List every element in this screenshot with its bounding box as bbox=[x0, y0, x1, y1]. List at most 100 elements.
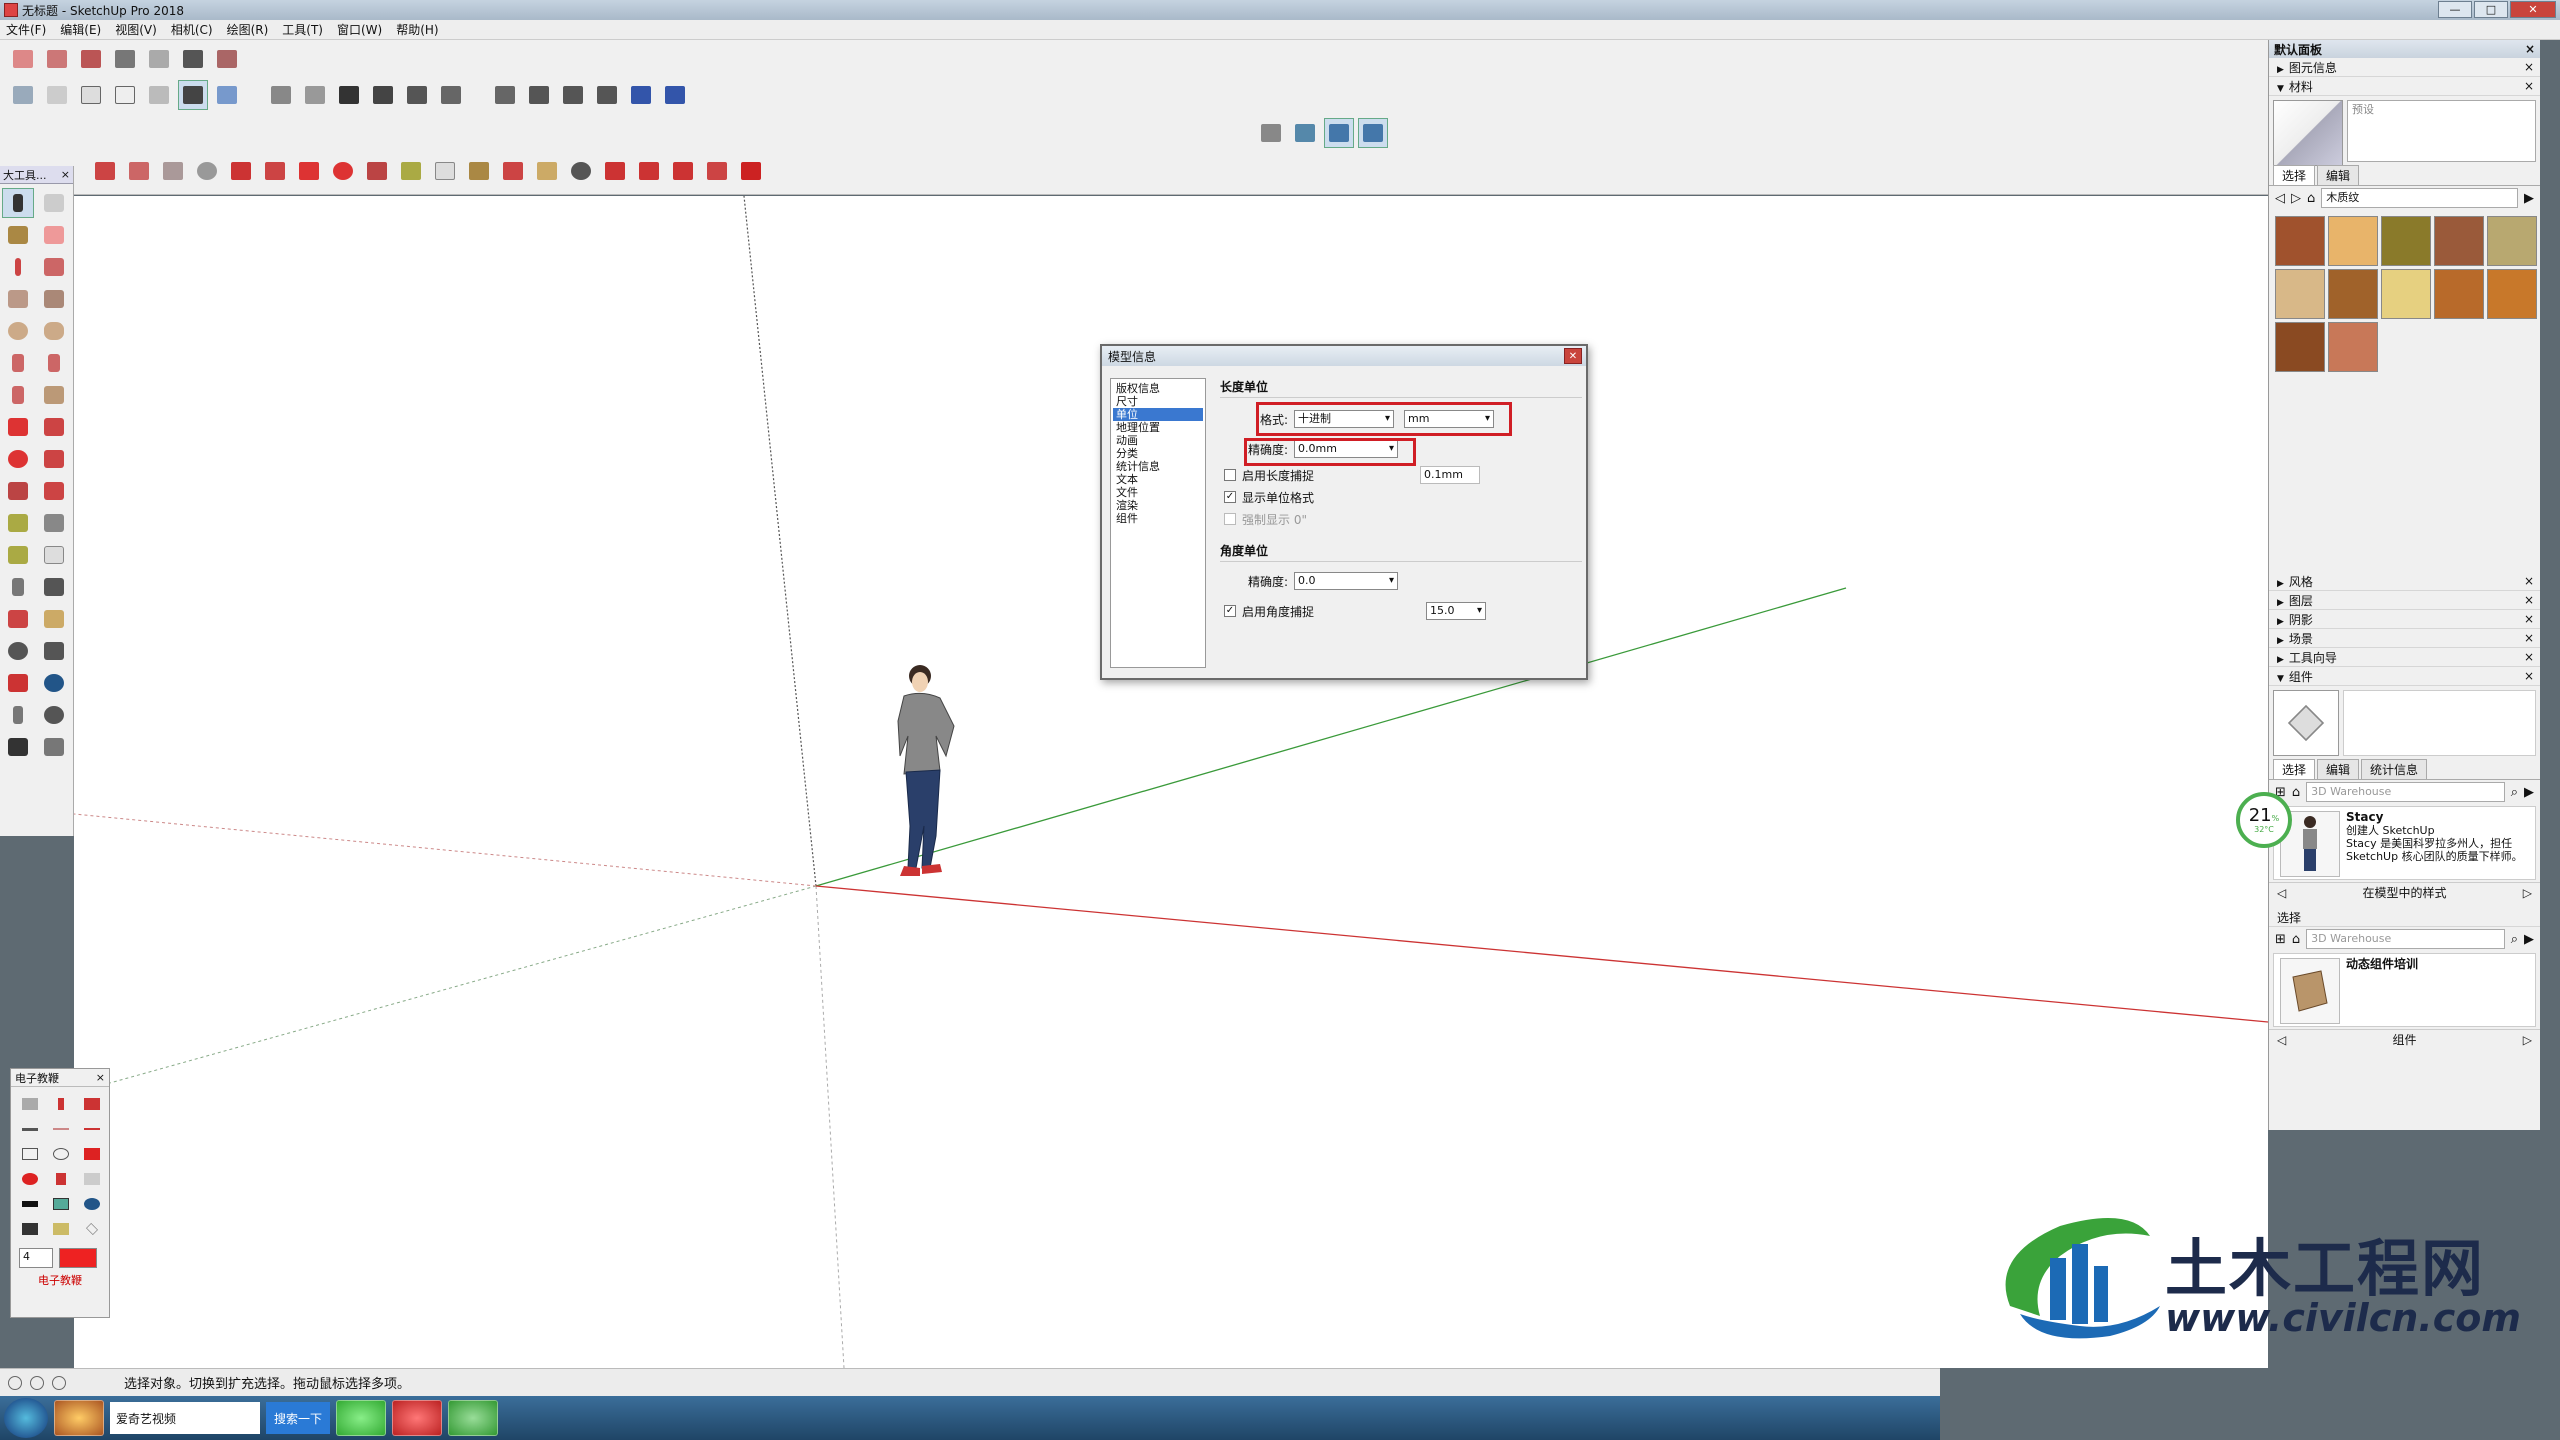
protractor-tool-button[interactable] bbox=[2, 540, 34, 570]
layout-button[interactable] bbox=[702, 156, 732, 186]
material-swatch[interactable] bbox=[2273, 100, 2343, 166]
previous-view-button[interactable] bbox=[38, 668, 70, 698]
menu-draw[interactable]: 绘图(R) bbox=[227, 21, 269, 38]
close-icon[interactable]: × bbox=[61, 168, 70, 181]
followme-tool-button-2[interactable] bbox=[38, 444, 70, 474]
close-icon[interactable]: × bbox=[2524, 79, 2534, 93]
right-view-button[interactable] bbox=[368, 80, 398, 110]
dialog-nav-item[interactable]: 分类 bbox=[1113, 447, 1203, 460]
material-swatch-3[interactable] bbox=[2434, 216, 2484, 266]
length-snap-checkbox[interactable] bbox=[1224, 469, 1236, 481]
iso-view-button[interactable] bbox=[266, 80, 296, 110]
angle-snap-checkbox[interactable]: ✓ bbox=[1224, 605, 1236, 617]
followme-tool-button[interactable] bbox=[260, 156, 290, 186]
tab-edit[interactable]: 编辑 bbox=[2317, 165, 2360, 185]
eb-line-button[interactable] bbox=[17, 1118, 43, 1140]
length-snap-input[interactable]: 0.1mm bbox=[1420, 466, 1481, 484]
close-icon[interactable]: × bbox=[2524, 60, 2534, 74]
arc-tool-button-2[interactable] bbox=[2, 348, 34, 378]
close-icon[interactable]: × bbox=[96, 1071, 105, 1084]
arc-tool-button[interactable] bbox=[124, 156, 154, 186]
menu-edit[interactable]: 编辑(E) bbox=[60, 21, 101, 38]
dialog-nav-item[interactable]: 文本 bbox=[1113, 473, 1203, 486]
pan-tool-button-2[interactable] bbox=[38, 604, 70, 634]
dialog-close-button[interactable]: ✕ bbox=[1564, 348, 1582, 364]
home-icon[interactable]: ⌂ bbox=[2307, 191, 2315, 206]
eb-color-select[interactable] bbox=[59, 1248, 97, 1268]
taskbar-app-360[interactable] bbox=[336, 1400, 387, 1436]
menu-camera[interactable]: 相机(C) bbox=[171, 21, 213, 38]
pie-tool-button[interactable] bbox=[38, 380, 70, 410]
close-icon[interactable]: × bbox=[2524, 631, 2534, 645]
info-icon[interactable] bbox=[8, 1375, 22, 1390]
components-row[interactable]: ▼ 组件 × bbox=[2269, 667, 2540, 686]
pan-button[interactable] bbox=[1256, 118, 1286, 148]
look-around-button[interactable] bbox=[38, 700, 70, 730]
walk-tool-button[interactable] bbox=[2, 732, 34, 762]
eb-line2-button[interactable] bbox=[48, 1118, 74, 1140]
material-swatch-8[interactable] bbox=[2434, 269, 2484, 319]
arc-2pt-button[interactable] bbox=[38, 348, 70, 378]
warehouse-button[interactable] bbox=[634, 156, 664, 186]
comp-tab-stats[interactable]: 统计信息 bbox=[2361, 759, 2428, 779]
dialog-nav-item[interactable]: 统计信息 bbox=[1113, 460, 1203, 473]
component-button-5[interactable] bbox=[660, 80, 690, 110]
solid-tool-5-button[interactable] bbox=[212, 44, 242, 74]
eb-rect-button[interactable] bbox=[17, 1143, 43, 1165]
section-button[interactable] bbox=[490, 80, 520, 110]
eb-size-select[interactable]: 4 bbox=[19, 1248, 53, 1268]
back-icon[interactable]: ◁ bbox=[2277, 1033, 2286, 1047]
eb-save-button[interactable] bbox=[17, 1218, 43, 1240]
back-icon[interactable]: ◁ bbox=[2275, 191, 2285, 206]
eb-bar-button[interactable] bbox=[17, 1193, 43, 1215]
polygon-tool-button[interactable] bbox=[38, 316, 70, 346]
tape-tool-button[interactable] bbox=[396, 156, 426, 186]
pushpull-tool-button[interactable] bbox=[226, 156, 256, 186]
select-tool-button[interactable] bbox=[2, 188, 34, 218]
zoom-tool-button-2[interactable] bbox=[2, 636, 34, 666]
taskbar-search-button[interactable]: 搜索一下 bbox=[266, 1402, 331, 1434]
comp-tab-select[interactable]: 选择 bbox=[2273, 759, 2316, 779]
scale-tool-button[interactable] bbox=[362, 156, 392, 186]
material-swatch-2[interactable] bbox=[2381, 216, 2431, 266]
scale-tool-button-2[interactable] bbox=[2, 476, 34, 506]
menu-file[interactable]: 文件(F) bbox=[6, 21, 46, 38]
back-view-button[interactable] bbox=[402, 80, 432, 110]
dialog-nav-item[interactable]: 地理位置 bbox=[1113, 421, 1203, 434]
eb-ellipse-button[interactable] bbox=[48, 1143, 74, 1165]
close-icon[interactable]: × bbox=[2525, 42, 2535, 56]
hiddenline-button[interactable] bbox=[110, 80, 140, 110]
dialog-nav-item[interactable]: 组件 bbox=[1113, 512, 1203, 525]
left-view-button[interactable] bbox=[436, 80, 466, 110]
close-icon[interactable]: × bbox=[2524, 574, 2534, 588]
component-button-3[interactable] bbox=[592, 80, 622, 110]
move-tool-button[interactable] bbox=[294, 156, 324, 186]
tray-row-1[interactable]: ▶ 图层 × bbox=[2269, 591, 2540, 610]
dialog-nav-item[interactable]: 动画 bbox=[1113, 434, 1203, 447]
angle-precision-select[interactable]: 0.0 bbox=[1294, 572, 1399, 590]
paint-tool-button-2[interactable] bbox=[2, 220, 34, 250]
material-swatch-0[interactable] bbox=[2275, 216, 2325, 266]
layers-tool-button[interactable] bbox=[42, 44, 72, 74]
wireframe-button[interactable] bbox=[76, 80, 106, 110]
home-icon[interactable]: ⌂ bbox=[2292, 932, 2300, 947]
pushpull-tool-button-2[interactable] bbox=[38, 412, 70, 442]
tray-row-3[interactable]: ▶ 场景 × bbox=[2269, 629, 2540, 648]
menu-window[interactable]: 窗口(W) bbox=[337, 21, 382, 38]
dialog-nav-item[interactable]: 渲染 bbox=[1113, 499, 1203, 512]
menu-view[interactable]: 视图(V) bbox=[115, 21, 157, 38]
solid-tool-2-button[interactable] bbox=[110, 44, 140, 74]
walk-button[interactable] bbox=[1290, 118, 1320, 148]
monochrome-button[interactable] bbox=[212, 80, 242, 110]
eb-filled-ellipse-button[interactable] bbox=[17, 1168, 43, 1190]
search-icon[interactable]: ⌕ bbox=[2511, 785, 2518, 800]
user-icon[interactable] bbox=[52, 1375, 66, 1390]
line-tool-button[interactable] bbox=[90, 156, 120, 186]
start-button[interactable] bbox=[4, 1398, 48, 1438]
materials-row[interactable]: ▼ 材料 × bbox=[2269, 77, 2540, 96]
text-tool-button[interactable] bbox=[430, 156, 460, 186]
taskbar-search-box[interactable]: 爱奇艺视频 bbox=[110, 1402, 260, 1434]
close-icon[interactable]: × bbox=[2524, 669, 2534, 683]
taskbar-app-browser[interactable] bbox=[54, 1400, 104, 1436]
menu-help[interactable]: 帮助(H) bbox=[396, 21, 438, 38]
